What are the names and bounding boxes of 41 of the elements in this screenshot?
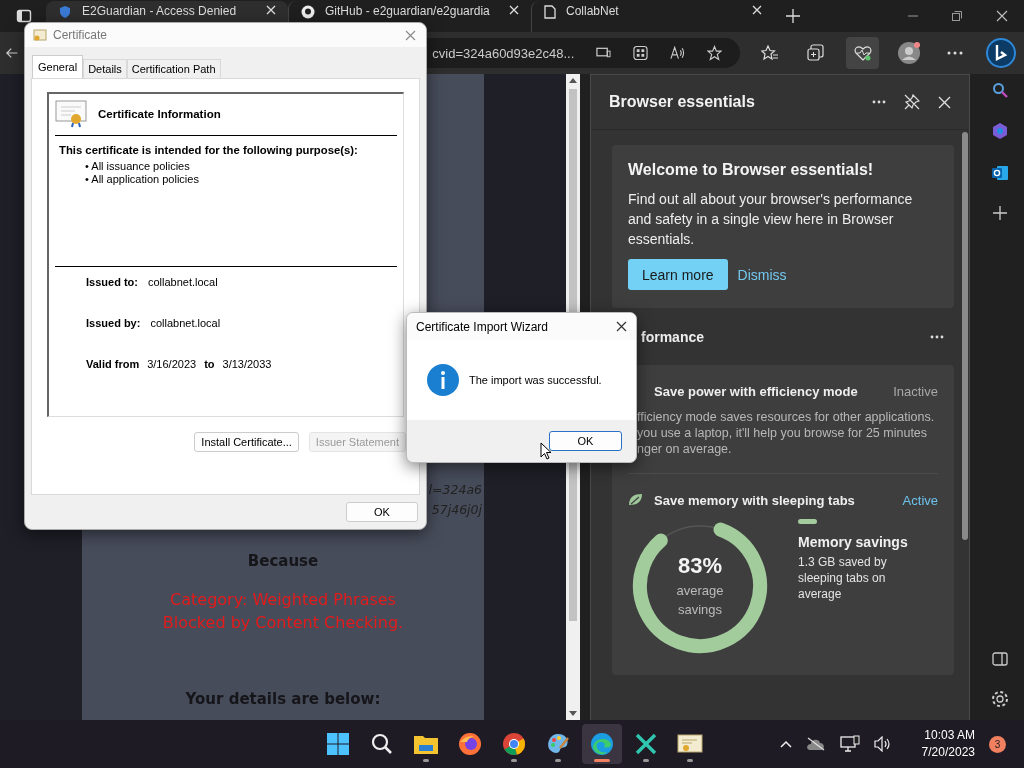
feature-title: Save memory with sleeping tabs (654, 492, 855, 508)
tab-title: CollabNet (566, 3, 620, 18)
panel-title: Browser essentials (609, 93, 755, 111)
welcome-title: Welcome to Browser essentials! (628, 161, 875, 179)
tab-title: GitHub - e2guardian/e2guardia (325, 3, 491, 18)
feature-description: nger on average. (637, 441, 733, 457)
clock-time: 10:03 AM (924, 727, 975, 744)
field-value: 3/16/2023 (147, 358, 197, 370)
feature-description: fficiency mode saves resources for other applications. (637, 409, 936, 425)
legend-text: 1.3 GB saved by sleeping tabs on average (798, 554, 888, 602)
section-heading: formance (641, 328, 705, 345)
url-fragment: 57j46j0j (431, 501, 482, 519)
dialog-message: The import was successful. (469, 374, 602, 386)
purpose-item: • All application policies (85, 173, 200, 186)
field-value: 3/13/2033 (222, 358, 272, 370)
clock-date: 7/20/2023 (921, 744, 975, 761)
field-label: to (204, 358, 215, 370)
dialog-title: Certificate Import Wizard (416, 319, 549, 334)
info-title: Certificate Information (98, 108, 221, 120)
field-label: Issued by: (86, 317, 141, 329)
purpose-item: • All issuance policies (85, 160, 191, 173)
address-text: cvid=324a60d93e2c48... (432, 45, 575, 61)
field-value: collabnet.local (150, 317, 221, 329)
feature-status: Inactive (893, 383, 938, 399)
feature-description: you use a laptop, it'll help you browse for 25 minutes (637, 425, 929, 441)
block-reason: Blocked by Content Checking. (162, 612, 404, 634)
details-heading: Your details are below: (185, 690, 381, 708)
field-value: collabnet.local (147, 276, 218, 288)
purpose-heading: This certificate is intended for the following purpose(s): (58, 144, 359, 156)
savings-percent: 83% (677, 553, 722, 579)
legend-title: Memory savings (798, 534, 908, 550)
url-fragment: l=324a6 (428, 481, 482, 499)
field-label: Valid from (86, 358, 140, 370)
welcome-text: Find out all about your browser's performance and safety in a single view here in Browser essentials. (628, 190, 914, 249)
tab-title: E2Guardian - Access Denied (82, 3, 238, 18)
feature-title: Save power with efficiency mode (654, 383, 858, 399)
feature-status: Active (902, 492, 938, 508)
because-label: Because (247, 552, 319, 570)
block-reason: Category: Weighted Phrases (170, 589, 396, 611)
savings-caption: average savings (675, 582, 725, 619)
field-label: Issued to: (86, 276, 138, 288)
